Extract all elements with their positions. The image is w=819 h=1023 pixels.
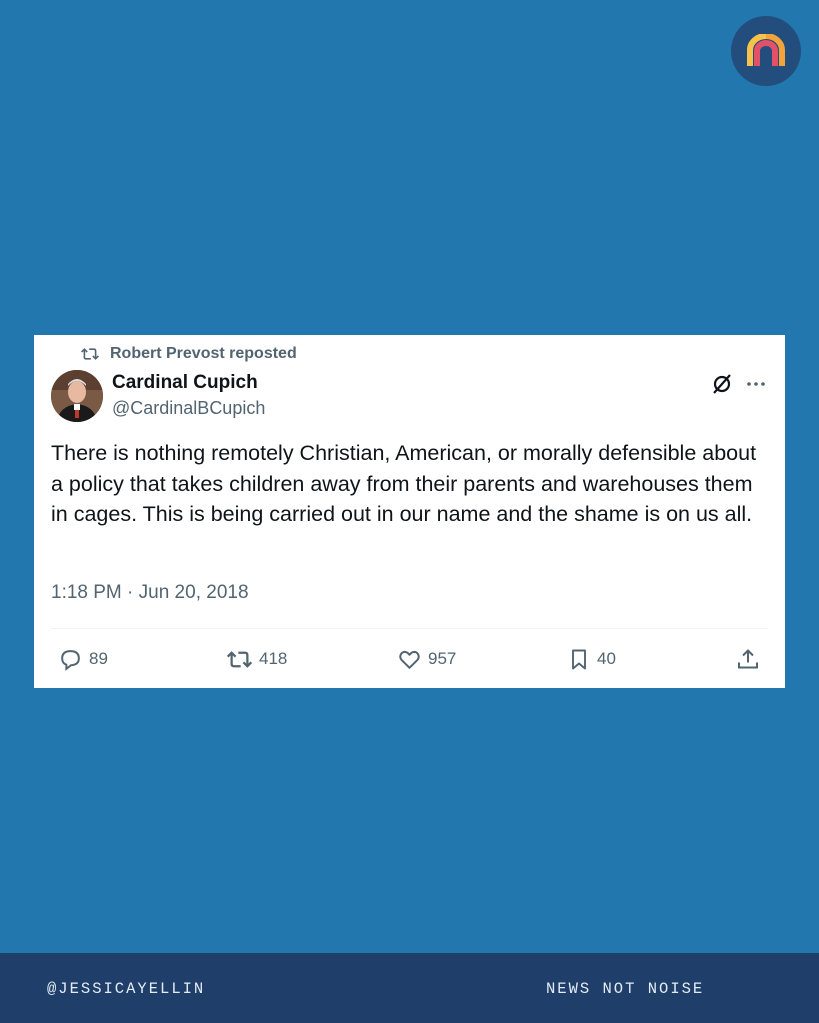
- repost-count: 418: [259, 649, 288, 668]
- like-count: 957: [428, 649, 457, 668]
- share-button[interactable]: [736, 645, 760, 673]
- avatar[interactable]: [51, 370, 103, 422]
- author-name[interactable]: Cardinal Cupich: [112, 372, 258, 394]
- tweet-timestamp[interactable]: 1:18 PM · Jun 20, 2018: [51, 582, 249, 604]
- repost-indicator[interactable]: Robert Prevost reposted: [80, 345, 297, 363]
- bookmark-count: 40: [597, 649, 616, 668]
- reply-button[interactable]: 89: [58, 645, 108, 673]
- divider: [51, 628, 768, 629]
- rainbow-arch-logo-icon: [747, 34, 785, 66]
- repost-button[interactable]: 418: [226, 645, 287, 673]
- heart-icon: [399, 650, 420, 669]
- more-options-icon[interactable]: [744, 372, 768, 396]
- repost-icon: [81, 348, 99, 360]
- brand-logo: [731, 16, 801, 86]
- share-icon: [738, 648, 758, 668]
- author-handle[interactable]: @CardinalBCupich: [112, 398, 265, 419]
- grok-icon[interactable]: [710, 372, 734, 396]
- bookmark-icon: [572, 649, 586, 669]
- like-button[interactable]: 957: [397, 645, 456, 673]
- repost-icon: [226, 650, 253, 668]
- footer-tagline: NEWS NOT NOISE: [546, 980, 705, 998]
- footer-bar: @JESSICAYELLIN NEWS NOT NOISE: [0, 953, 819, 1023]
- reply-icon: [61, 649, 80, 671]
- reply-count: 89: [89, 649, 108, 668]
- tweet-body: There is nothing remotely Christian, Ame…: [51, 441, 757, 526]
- avatar-portrait-icon: [51, 370, 103, 422]
- bookmark-button[interactable]: 40: [567, 645, 616, 673]
- footer-handle: @JESSICAYELLIN: [47, 980, 206, 998]
- repost-text: Robert Prevost reposted: [110, 345, 297, 362]
